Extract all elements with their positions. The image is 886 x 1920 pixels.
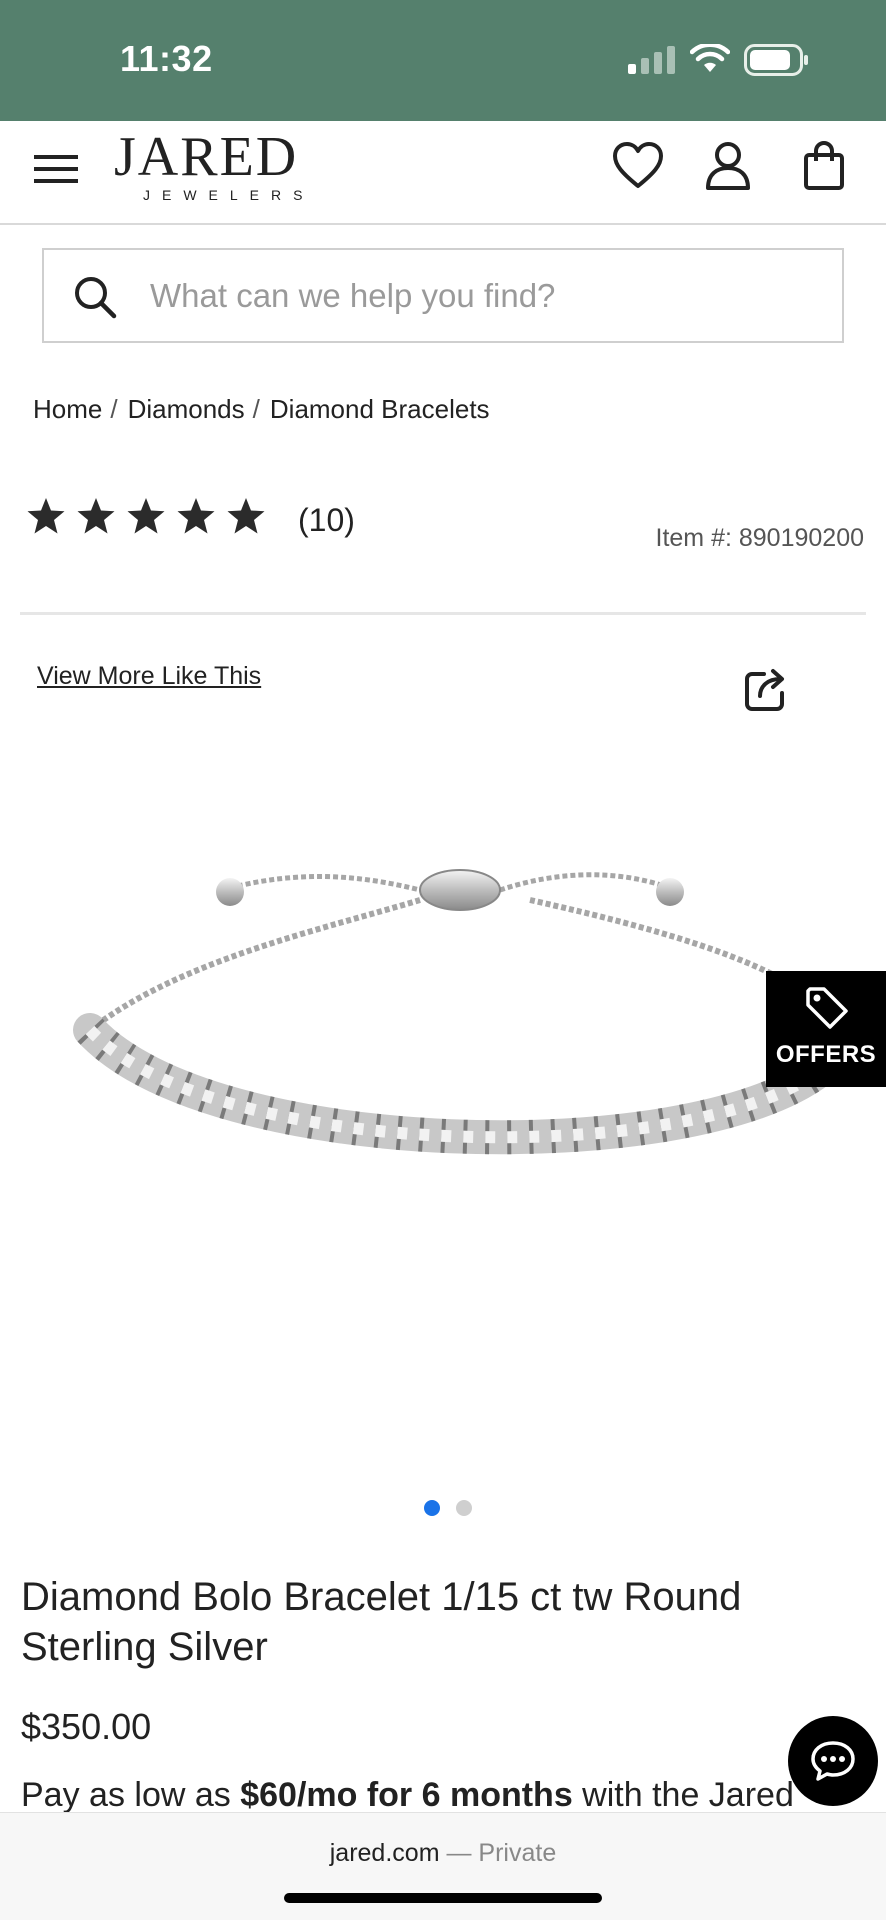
product-image-bracelet[interactable]: [60, 840, 840, 1220]
breadcrumb-diamonds[interactable]: Diamonds: [128, 394, 245, 424]
search-bar[interactable]: [42, 248, 844, 343]
carousel-dot[interactable]: [456, 1500, 472, 1516]
share-icon[interactable]: [742, 666, 790, 714]
menu-icon[interactable]: [34, 147, 78, 191]
star-icon: [27, 498, 65, 534]
finance-amount: $60/mo for 6 months: [240, 1776, 573, 1814]
browser-bottom-bar: jared.com — Private: [0, 1812, 886, 1920]
status-bar: 11:32: [0, 0, 886, 121]
account-user-icon[interactable]: [704, 141, 752, 191]
signal-icon: [628, 46, 675, 74]
finance-prefix: Pay as low as: [21, 1776, 241, 1814]
item-number: Item #: 890190200: [655, 524, 865, 552]
view-more-like-this-link[interactable]: View More Like This: [37, 662, 261, 691]
status-time: 11:32: [120, 38, 213, 79]
star-icon: [227, 498, 265, 534]
url-domain: jared.com: [329, 1839, 440, 1867]
site-header: JARED JEWELERS: [0, 121, 886, 225]
breadcrumb: Home / Diamonds / Diamond Bracelets: [33, 394, 490, 425]
url-display[interactable]: jared.com — Private: [0, 1839, 886, 1868]
logo-wordmark: JARED: [114, 126, 299, 188]
wishlist-heart-icon[interactable]: [612, 141, 664, 191]
star-icon: [177, 498, 215, 534]
review-count[interactable]: (10): [298, 502, 355, 539]
breadcrumb-separator: /: [252, 394, 260, 424]
offers-label: OFFERS: [775, 1041, 877, 1068]
shopping-bag-icon[interactable]: [802, 141, 846, 191]
chat-button[interactable]: [788, 1716, 878, 1806]
battery-icon: [744, 44, 808, 76]
private-mode-label: Private: [478, 1839, 557, 1867]
chat-bubble-icon: [811, 1741, 855, 1781]
star-rating[interactable]: [26, 496, 266, 542]
finance-suffix: with the Jared: [572, 1776, 794, 1814]
search-icon[interactable]: [72, 274, 118, 320]
search-input[interactable]: [150, 266, 810, 326]
divider: [20, 612, 866, 615]
financing-text: Pay as low as $60/mo for 6 months with t…: [21, 1776, 861, 1816]
home-indicator[interactable]: [284, 1893, 602, 1903]
breadcrumb-separator: /: [110, 394, 118, 424]
product-title: Diamond Bolo Bracelet 1/15 ct tw Round S…: [21, 1575, 742, 1669]
breadcrumb-diamond-bracelets[interactable]: Diamond Bracelets: [270, 394, 490, 424]
price-tag-icon: [806, 987, 848, 1029]
product-price: $350.00: [21, 1706, 152, 1747]
wifi-icon: [690, 44, 730, 72]
star-icon: [127, 498, 165, 534]
carousel-dot-active[interactable]: [424, 1500, 440, 1516]
logo-subtitle: JEWELERS: [143, 187, 315, 203]
carousel-dots: [424, 1500, 472, 1516]
url-dash: —: [439, 1839, 479, 1867]
star-icon: [77, 498, 115, 534]
breadcrumb-home[interactable]: Home: [33, 394, 102, 424]
offers-tab[interactable]: OFFERS: [766, 971, 886, 1087]
